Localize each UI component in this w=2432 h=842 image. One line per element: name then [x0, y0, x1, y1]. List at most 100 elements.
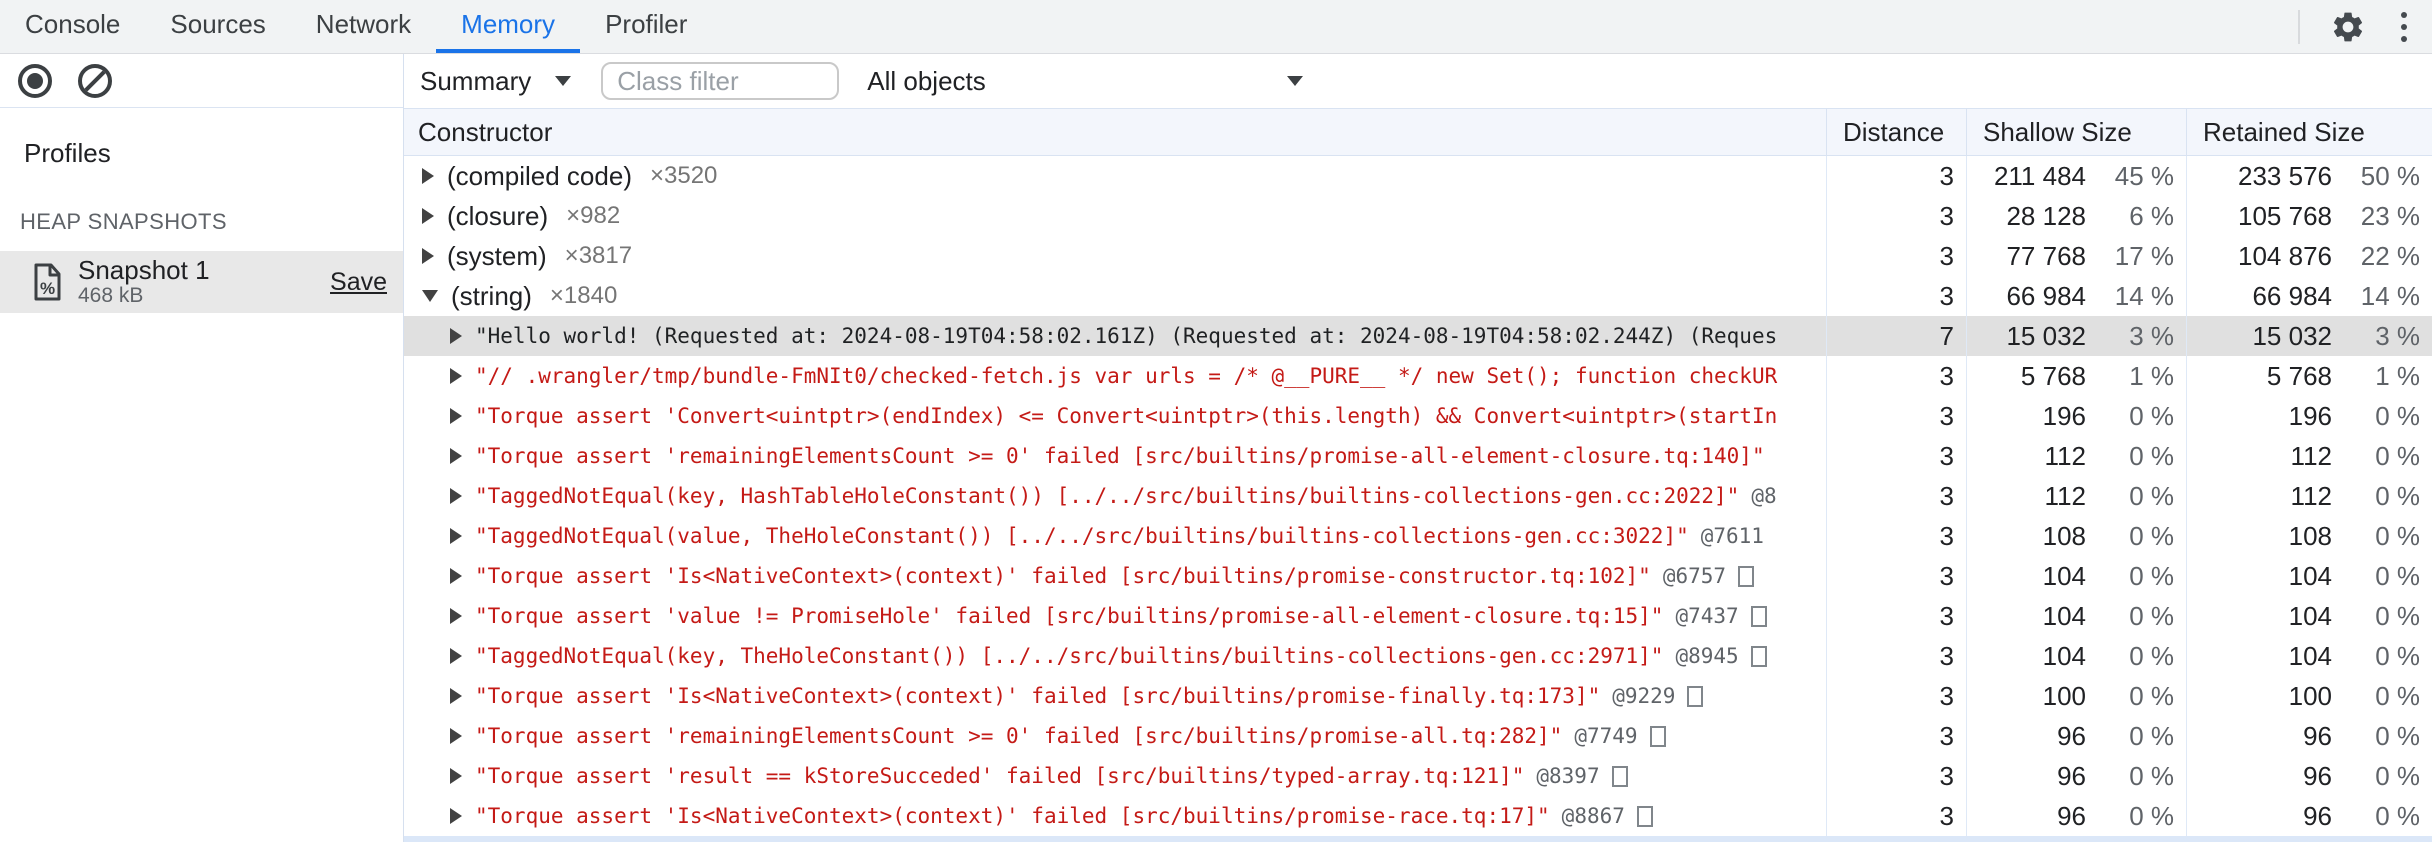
- clear-profiles-button[interactable]: [78, 63, 112, 98]
- table-row[interactable]: "Torque assert 'Is<NativeContext>(contex…: [404, 796, 2432, 836]
- table-row[interactable]: "Torque assert 'Convert<uintptr>(endInde…: [404, 396, 2432, 436]
- profiles-sidebar: Profiles HEAP SNAPSHOTS % Snapshot 1 468…: [0, 54, 404, 842]
- disclosure-triangle-icon[interactable]: [450, 408, 462, 424]
- object-marker-icon: [1750, 645, 1767, 667]
- column-header-retained-size[interactable]: Retained Size: [2186, 109, 2432, 155]
- retained-size-percent: 50 %: [2360, 160, 2420, 191]
- retained-size-percent: 0 %: [2375, 760, 2420, 791]
- disclosure-triangle-icon[interactable]: [422, 248, 434, 264]
- table-row[interactable]: "// .wrangler/tmp/bundle-FmNIt0/checked-…: [404, 356, 2432, 396]
- tab-memory[interactable]: Memory: [436, 0, 581, 53]
- retained-size-percent: 14 %: [2360, 280, 2420, 311]
- save-snapshot-link[interactable]: Save: [330, 268, 387, 297]
- constructor-cell: "Torque assert 'value != PromiseHole' fa…: [404, 596, 1826, 636]
- snapshot-toolbar: Summary All objects: [404, 54, 2432, 108]
- object-id: @8867: [1561, 804, 1625, 828]
- table-row[interactable]: (compiled code) ×3520 3 211 484 45 % 233…: [404, 156, 2432, 196]
- sidebar-item-snapshot-1[interactable]: % Snapshot 1 468 kB Save: [0, 251, 403, 313]
- shallow-size-value: 196: [2042, 400, 2086, 431]
- retained-size-percent: 1 %: [2375, 360, 2420, 391]
- distance-cell: 3: [1826, 556, 1966, 596]
- instance-count: ×1840: [549, 282, 618, 309]
- disclosure-triangle-icon[interactable]: [422, 168, 434, 184]
- disclosure-triangle-icon[interactable]: [450, 448, 462, 464]
- table-row[interactable]: "Torque assert 'remainingElementsCount >…: [404, 436, 2432, 476]
- retained-size-value: 104: [2288, 560, 2332, 591]
- disclosure-triangle-icon[interactable]: [450, 368, 462, 384]
- tab-console[interactable]: Console: [0, 0, 145, 53]
- constructor-name: "// .wrangler/tmp/bundle-FmNIt0/checked-…: [475, 364, 1778, 388]
- disclosure-triangle-icon[interactable]: [450, 688, 462, 704]
- disclosure-triangle-icon[interactable]: [450, 808, 462, 824]
- distance-cell: 3: [1826, 276, 1966, 316]
- retained-size-cell: 104 0 %: [2186, 596, 2432, 636]
- tab-sources[interactable]: Sources: [145, 0, 290, 53]
- retained-size-percent: 0 %: [2375, 440, 2420, 471]
- disclosure-triangle-icon[interactable]: [422, 208, 434, 224]
- retained-size-value: 233 576: [2238, 160, 2332, 191]
- kebab-menu-icon: [2401, 11, 2407, 42]
- record-heap-snapshot-button[interactable]: [18, 63, 52, 98]
- tab-network[interactable]: Network: [291, 0, 436, 53]
- disclosure-triangle-icon[interactable]: [422, 290, 438, 302]
- shallow-size-value: 112: [2044, 480, 2086, 511]
- shallow-size-value: 100: [2042, 680, 2086, 711]
- disclosure-triangle-icon[interactable]: [450, 488, 462, 504]
- memory-panel: Profiles HEAP SNAPSHOTS % Snapshot 1 468…: [0, 54, 2432, 842]
- retained-size-percent: 0 %: [2375, 520, 2420, 551]
- table-row[interactable]: (closure) ×982 3 28 128 6 % 105 768 23 %: [404, 196, 2432, 236]
- disclosure-triangle-icon[interactable]: [450, 328, 462, 344]
- retained-size-percent: 0 %: [2375, 600, 2420, 631]
- retained-size-percent: 0 %: [2375, 800, 2420, 831]
- class-filter-input[interactable]: [601, 62, 840, 100]
- column-header-distance[interactable]: Distance: [1826, 109, 1966, 155]
- table-row[interactable]: "Torque assert 'result == kStoreSucceded…: [404, 756, 2432, 796]
- devtools-tabbar: Console Sources Network Memory Profiler: [0, 0, 2432, 54]
- tab-profiler[interactable]: Profiler: [580, 0, 712, 53]
- retained-size-cell: 96 0 %: [2186, 756, 2432, 796]
- column-label: Shallow Size: [1983, 116, 2132, 147]
- retained-size-value: 100: [2288, 680, 2332, 711]
- table-row[interactable]: "TaggedNotEqual(value, TheHoleConstant()…: [404, 516, 2432, 556]
- constructor-cell: "Torque assert 'remainingElementsCount >…: [404, 716, 1826, 756]
- object-id: @7611: [1700, 524, 1764, 548]
- settings-button[interactable]: [2320, 0, 2376, 53]
- shallow-size-cell: 77 768 17 %: [1966, 236, 2186, 276]
- retained-size-value: 105 768: [2238, 200, 2332, 231]
- table-row[interactable]: "TaggedNotEqual(key, HashTableHoleConsta…: [404, 476, 2432, 516]
- shallow-size-cell: 66 984 14 %: [1966, 276, 2186, 316]
- column-header-constructor[interactable]: Constructor: [404, 109, 1826, 155]
- table-row[interactable]: (string) ×1840 3 66 984 14 % 66 984 14 %: [404, 276, 2432, 316]
- shallow-size-value: 211 484: [1993, 160, 2086, 191]
- distance-cell: 3: [1826, 236, 1966, 276]
- disclosure-triangle-icon[interactable]: [450, 768, 462, 784]
- disclosure-triangle-icon[interactable]: [450, 568, 462, 584]
- perspective-select[interactable]: Summary: [420, 66, 572, 97]
- objects-filter-select[interactable]: All objects: [867, 66, 1304, 97]
- table-row[interactable]: "Torque assert 'remainingElementsCount >…: [404, 716, 2432, 756]
- table-row[interactable]: "Torque assert 'value != PromiseHole' fa…: [404, 596, 2432, 636]
- column-header-shallow-size[interactable]: Shallow Size: [1966, 109, 2186, 155]
- shallow-size-value: 96: [2057, 720, 2086, 751]
- table-row[interactable]: "TaggedNotEqual(key, TheHoleConstant()) …: [404, 636, 2432, 676]
- shallow-size-percent: 0 %: [2129, 640, 2174, 671]
- retained-size-cell: 104 876 22 %: [2186, 236, 2432, 276]
- disclosure-triangle-icon[interactable]: [450, 528, 462, 544]
- distance-cell: 3: [1826, 596, 1966, 636]
- disclosure-triangle-icon[interactable]: [450, 648, 462, 664]
- table-row[interactable]: (system) ×3817 3 77 768 17 % 104 876 22 …: [404, 236, 2432, 276]
- retained-size-value: 108: [2288, 520, 2332, 551]
- tabbar-divider: [2298, 9, 2300, 44]
- shallow-size-cell: 112 0 %: [1966, 476, 2186, 516]
- disclosure-triangle-icon[interactable]: [450, 728, 462, 744]
- table-row[interactable]: "Hello world! (Requested at: 2024-08-19T…: [404, 316, 2432, 356]
- retained-size-value: 96: [2303, 720, 2332, 751]
- heap-snapshot-file-icon: %: [34, 263, 61, 301]
- table-row[interactable]: "Torque assert 'Is<NativeContext>(contex…: [404, 676, 2432, 716]
- distance-cell: 3: [1826, 676, 1966, 716]
- shallow-size-cell: 104 0 %: [1966, 556, 2186, 596]
- disclosure-triangle-icon[interactable]: [450, 608, 462, 624]
- table-row[interactable]: "Torque assert 'Is<NativeContext>(contex…: [404, 556, 2432, 596]
- constructor-cell: "Torque assert 'Is<NativeContext>(contex…: [404, 676, 1826, 716]
- more-options-button[interactable]: [2376, 0, 2432, 53]
